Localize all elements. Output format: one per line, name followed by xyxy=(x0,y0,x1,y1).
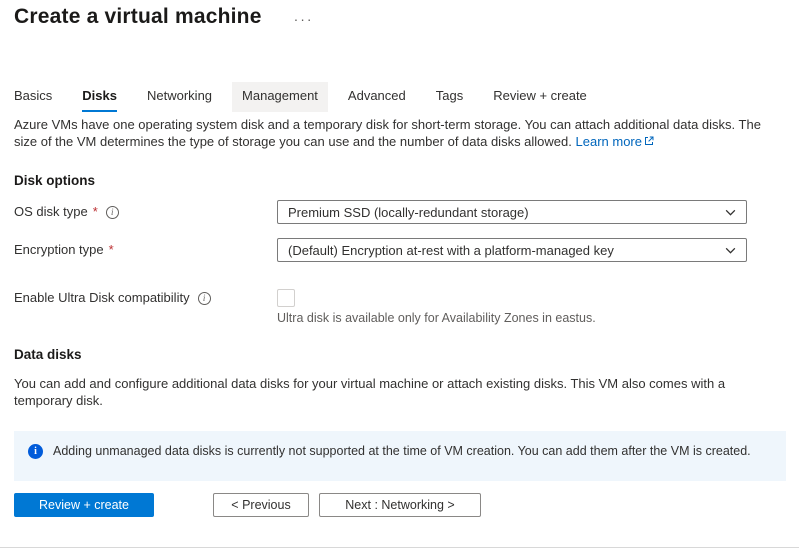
data-disks-heading: Data disks xyxy=(14,347,785,362)
encryption-type-label: Encryption type * xyxy=(14,241,277,259)
encryption-type-row: Encryption type * (Default) Encryption a… xyxy=(14,238,785,262)
tab-advanced[interactable]: Advanced xyxy=(348,84,406,112)
tab-review-create[interactable]: Review + create xyxy=(493,84,587,112)
tab-management[interactable]: Management xyxy=(232,82,328,112)
os-disk-type-value: Premium SSD (locally-redundant storage) xyxy=(288,205,529,220)
tab-disks[interactable]: Disks xyxy=(82,84,117,112)
disk-options-heading: Disk options xyxy=(14,173,785,188)
tab-content-disks: Azure VMs have one operating system disk… xyxy=(0,116,799,481)
ultra-disk-row: Enable Ultra Disk compatibility i Ultra … xyxy=(14,289,785,325)
info-icon[interactable]: i xyxy=(106,206,119,219)
required-asterisk: * xyxy=(93,203,98,221)
chevron-down-icon xyxy=(724,244,737,257)
os-disk-type-row: OS disk type * i Premium SSD (locally-re… xyxy=(14,200,785,224)
tab-basics[interactable]: Basics xyxy=(14,84,52,112)
ultra-disk-label: Enable Ultra Disk compatibility i xyxy=(14,289,277,307)
ultra-disk-control: Ultra disk is available only for Availab… xyxy=(277,289,596,325)
tab-networking[interactable]: Networking xyxy=(147,84,212,112)
ultra-disk-helper-text: Ultra disk is available only for Availab… xyxy=(277,311,596,325)
previous-button[interactable]: < Previous xyxy=(213,493,309,517)
learn-more-link[interactable]: Learn more xyxy=(576,134,642,149)
os-disk-type-label: OS disk type * i xyxy=(14,203,277,221)
page-header: Create a virtual machine ··· xyxy=(0,0,799,29)
info-banner: i Adding unmanaged data disks is current… xyxy=(14,431,786,481)
required-asterisk: * xyxy=(109,241,114,259)
tab-tags[interactable]: Tags xyxy=(436,84,463,112)
wizard-tabs: Basics Disks Networking Management Advan… xyxy=(14,82,785,112)
ultra-disk-checkbox[interactable] xyxy=(277,289,295,307)
more-options-ellipsis-icon[interactable]: ··· xyxy=(294,11,314,27)
page-title: Create a virtual machine xyxy=(14,5,262,29)
data-disks-description: You can add and configure additional dat… xyxy=(14,375,785,409)
external-link-icon xyxy=(644,133,654,150)
info-icon[interactable]: i xyxy=(198,292,211,305)
info-banner-text: Adding unmanaged data disks is currently… xyxy=(53,443,751,481)
os-disk-type-dropdown[interactable]: Premium SSD (locally-redundant storage) xyxy=(277,200,747,224)
chevron-down-icon xyxy=(724,206,737,219)
next-networking-button[interactable]: Next : Networking > xyxy=(319,493,481,517)
intro-paragraph: Azure VMs have one operating system disk… xyxy=(14,116,785,150)
wizard-footer: Review + create < Previous Next : Networ… xyxy=(0,483,799,548)
encryption-type-dropdown[interactable]: (Default) Encryption at-rest with a plat… xyxy=(277,238,747,262)
info-banner-icon: i xyxy=(28,444,43,459)
review-create-button[interactable]: Review + create xyxy=(14,493,154,517)
encryption-type-value: (Default) Encryption at-rest with a plat… xyxy=(288,243,614,258)
